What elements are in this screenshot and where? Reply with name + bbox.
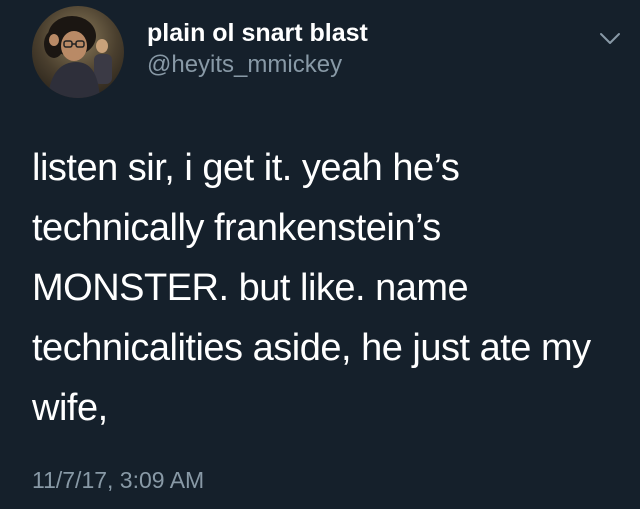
- tweet-body-line: wife,: [32, 387, 108, 429]
- user-handle[interactable]: @heyits_mmickey: [147, 50, 368, 80]
- chevron-down-icon[interactable]: [598, 26, 622, 50]
- avatar[interactable]: [32, 6, 124, 98]
- tweet-body-line: listen sir, i get it. yeah he’s: [32, 147, 460, 189]
- user-names: plain ol snart blast @heyits_mmickey: [147, 18, 368, 80]
- display-name[interactable]: plain ol snart blast: [147, 18, 368, 48]
- tweet-body-line: technically frankenstein’s: [32, 207, 441, 249]
- tweet-body: listen sir, i get it. yeah he’s technica…: [32, 138, 622, 438]
- tweet-body-line: MONSTER. but like. name: [32, 267, 469, 309]
- avatar-photo: [32, 6, 124, 98]
- tweet-card: plain ol snart blast @heyits_mmickey lis…: [0, 0, 640, 509]
- tweet-body-line: technicalities aside, he just ate my: [32, 327, 591, 369]
- tweet-header: plain ol snart blast @heyits_mmickey: [32, 6, 622, 98]
- tweet-timestamp[interactable]: 11/7/17, 3:09 AM: [32, 466, 204, 494]
